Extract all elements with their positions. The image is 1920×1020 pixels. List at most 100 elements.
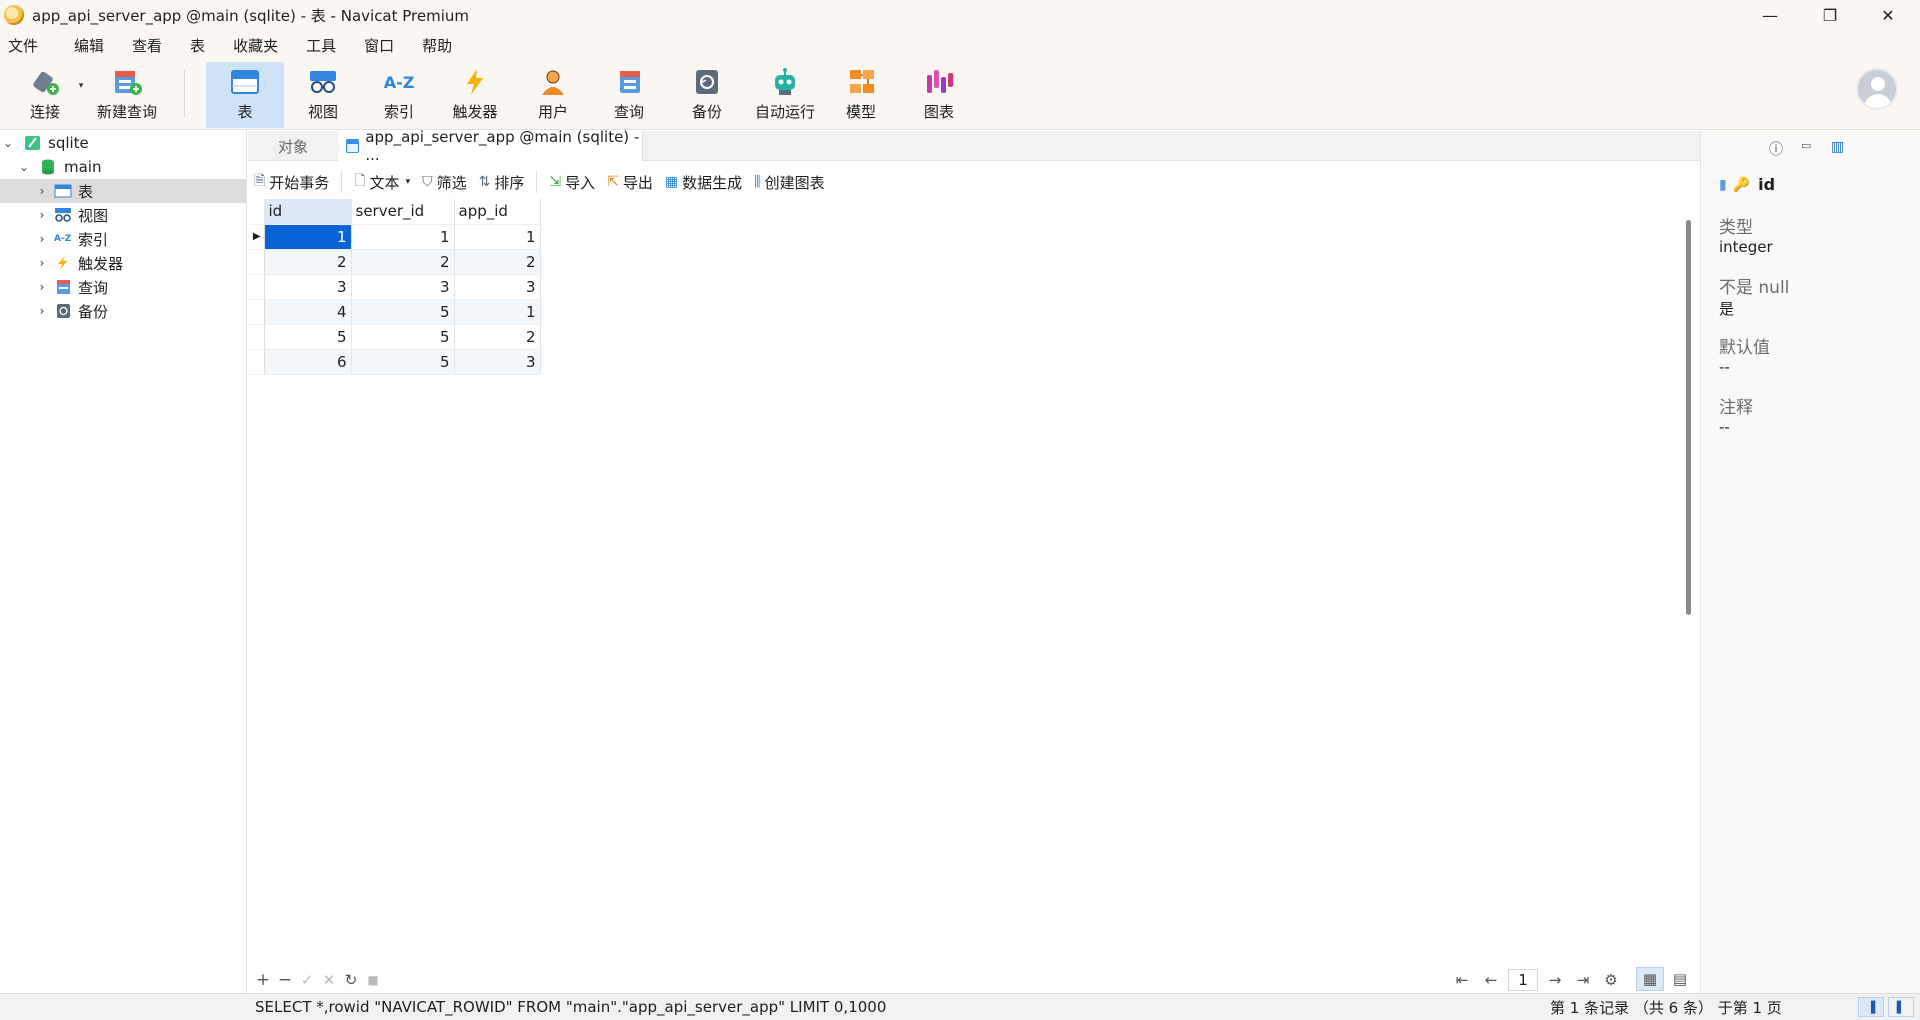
tree-item-backups[interactable]: › 备份 (0, 299, 246, 323)
table-row[interactable]: 6 5 3 (250, 349, 541, 375)
chevron-right-icon[interactable]: › (36, 232, 48, 246)
page-number[interactable]: 1 (1508, 969, 1538, 991)
column-header-app-id[interactable]: app_id (454, 199, 541, 225)
connect-dropdown[interactable]: ▾ (74, 62, 88, 128)
cell-id[interactable]: 6 (264, 349, 352, 375)
row-selector[interactable] (250, 274, 265, 300)
cell-server-id[interactable]: 5 (351, 299, 455, 325)
info-icon[interactable]: ⓘ (1769, 139, 1783, 159)
row-selector[interactable] (250, 299, 265, 325)
settings-gear-icon[interactable]: ⚙ (1600, 967, 1622, 993)
table-button[interactable]: 表 (206, 62, 284, 128)
create-chart-button[interactable]: ⫼ 创建图表 (754, 172, 824, 193)
cell-app-id[interactable]: 2 (454, 324, 541, 350)
vertical-scrollbar[interactable] (1686, 220, 1691, 615)
user-button[interactable]: 用户 (520, 62, 586, 128)
cell-id[interactable]: 2 (264, 249, 352, 275)
discard-changes-icon[interactable]: ✕ (320, 967, 338, 993)
stop-icon[interactable]: ■ (364, 967, 382, 993)
text-button[interactable]: 🗋 文本 ▾ (354, 170, 410, 194)
begin-transaction-button[interactable]: 🗎 开始事务 (254, 170, 329, 194)
page-number-field[interactable]: 1 (1506, 967, 1540, 993)
cell-app-id[interactable]: 2 (454, 249, 541, 275)
table-row[interactable]: 4 5 1 (250, 299, 541, 325)
tree-item-indexes[interactable]: › A-Z 索引 (0, 227, 246, 251)
restore-button[interactable]: ❐ (1800, 0, 1860, 30)
cell-id[interactable]: 1 (264, 224, 352, 250)
last-page-icon[interactable]: ⇥ (1572, 967, 1594, 993)
row-selector[interactable] (250, 324, 265, 350)
user-avatar[interactable] (1856, 68, 1898, 110)
cell-server-id[interactable]: 5 (351, 349, 455, 375)
view-button[interactable]: 视图 (290, 62, 356, 128)
data-generation-button[interactable]: ▦ 数据生成 (665, 172, 742, 193)
first-page-icon[interactable]: ⇤ (1451, 967, 1473, 993)
panel-left-toggle-icon[interactable]: ▐ (1858, 997, 1884, 1017)
grid-view-icon[interactable]: ▦ (1636, 967, 1664, 991)
cell-app-id[interactable]: 3 (454, 349, 541, 375)
menu-view[interactable]: 查看 (132, 35, 162, 56)
tab-table-data[interactable]: app_api_server_app @main (sqlite) - ... (338, 128, 643, 164)
chevron-right-icon[interactable]: › (36, 280, 48, 294)
delete-record-icon[interactable]: − (276, 967, 294, 993)
export-button[interactable]: ⇱ 导出 (607, 172, 653, 193)
sort-button[interactable]: ⇅ 排序 (479, 172, 525, 193)
cell-server-id[interactable]: 5 (351, 324, 455, 350)
apply-changes-icon[interactable]: ✓ (298, 967, 316, 993)
add-record-icon[interactable]: + (254, 967, 272, 993)
close-button[interactable]: ✕ (1858, 0, 1918, 30)
menu-file[interactable]: 文件 (8, 35, 38, 56)
trigger-button[interactable]: 触发器 (442, 62, 508, 128)
chart-button[interactable]: 图表 (906, 62, 972, 128)
table-row[interactable]: ▶ 1 1 1 (250, 224, 541, 250)
menu-help[interactable]: 帮助 (422, 35, 452, 56)
minimize-button[interactable]: — (1740, 0, 1800, 30)
menu-edit[interactable]: 编辑 (74, 35, 104, 56)
menu-table[interactable]: 表 (190, 35, 205, 56)
row-selector[interactable] (250, 349, 265, 375)
chevron-right-icon[interactable]: › (36, 208, 48, 222)
tree-item-tables[interactable]: › 表 (0, 179, 246, 203)
cell-app-id[interactable]: 1 (454, 224, 541, 250)
backup-button[interactable]: 备份 (674, 62, 740, 128)
query-button[interactable]: 查询 (596, 62, 662, 128)
tab-objects[interactable]: 对象 (248, 131, 338, 161)
cell-id[interactable]: 3 (264, 274, 352, 300)
cell-id[interactable]: 4 (264, 299, 352, 325)
index-button[interactable]: A-Z 索引 (366, 62, 432, 128)
previous-page-icon[interactable]: ← (1480, 967, 1502, 993)
table-row[interactable]: 3 3 3 (250, 274, 541, 300)
column-header-id[interactable]: id (264, 199, 352, 225)
form-view-icon[interactable]: ▤ (1666, 967, 1694, 991)
chevron-right-icon[interactable]: › (36, 184, 48, 198)
column-header-server-id[interactable]: server_id (351, 199, 455, 225)
ddl-icon[interactable]: ▭ (1801, 139, 1811, 159)
next-page-icon[interactable]: → (1544, 967, 1566, 993)
import-button[interactable]: ⇲ 导入 (549, 172, 595, 193)
cell-server-id[interactable]: 3 (351, 274, 455, 300)
filter-button[interactable]: ⛉ 筛选 (422, 172, 467, 193)
cell-server-id[interactable]: 1 (351, 224, 455, 250)
cell-app-id[interactable]: 1 (454, 299, 541, 325)
tree-item-views[interactable]: › 视图 (0, 203, 246, 227)
refresh-icon[interactable]: ↻ (342, 967, 360, 993)
chevron-right-icon[interactable]: › (36, 256, 48, 270)
chevron-right-icon[interactable]: › (36, 304, 48, 318)
menu-favorites[interactable]: 收藏夹 (233, 35, 278, 56)
row-selector[interactable] (250, 249, 265, 275)
panel-right-toggle-icon[interactable]: ▌ (1888, 997, 1914, 1017)
tree-item-triggers[interactable]: › 触发器 (0, 251, 246, 275)
table-row[interactable]: 5 5 2 (250, 324, 541, 350)
tree-database-main[interactable]: ⌄ main (0, 155, 246, 179)
tree-connection-sqlite[interactable]: ⌄ sqlite (0, 131, 246, 155)
model-button[interactable]: 模型 (828, 62, 894, 128)
field-layout-icon[interactable]: ▥ (1831, 139, 1844, 159)
menu-window[interactable]: 窗口 (364, 35, 394, 56)
connect-button[interactable]: 连接 (20, 62, 70, 128)
new-query-button[interactable]: 新建查询 (92, 62, 162, 128)
table-row[interactable]: 2 2 2 (250, 249, 541, 275)
chevron-down-icon[interactable]: ⌄ (2, 136, 14, 150)
menu-tools[interactable]: 工具 (306, 35, 336, 56)
cell-id[interactable]: 5 (264, 324, 352, 350)
cell-app-id[interactable]: 3 (454, 274, 541, 300)
